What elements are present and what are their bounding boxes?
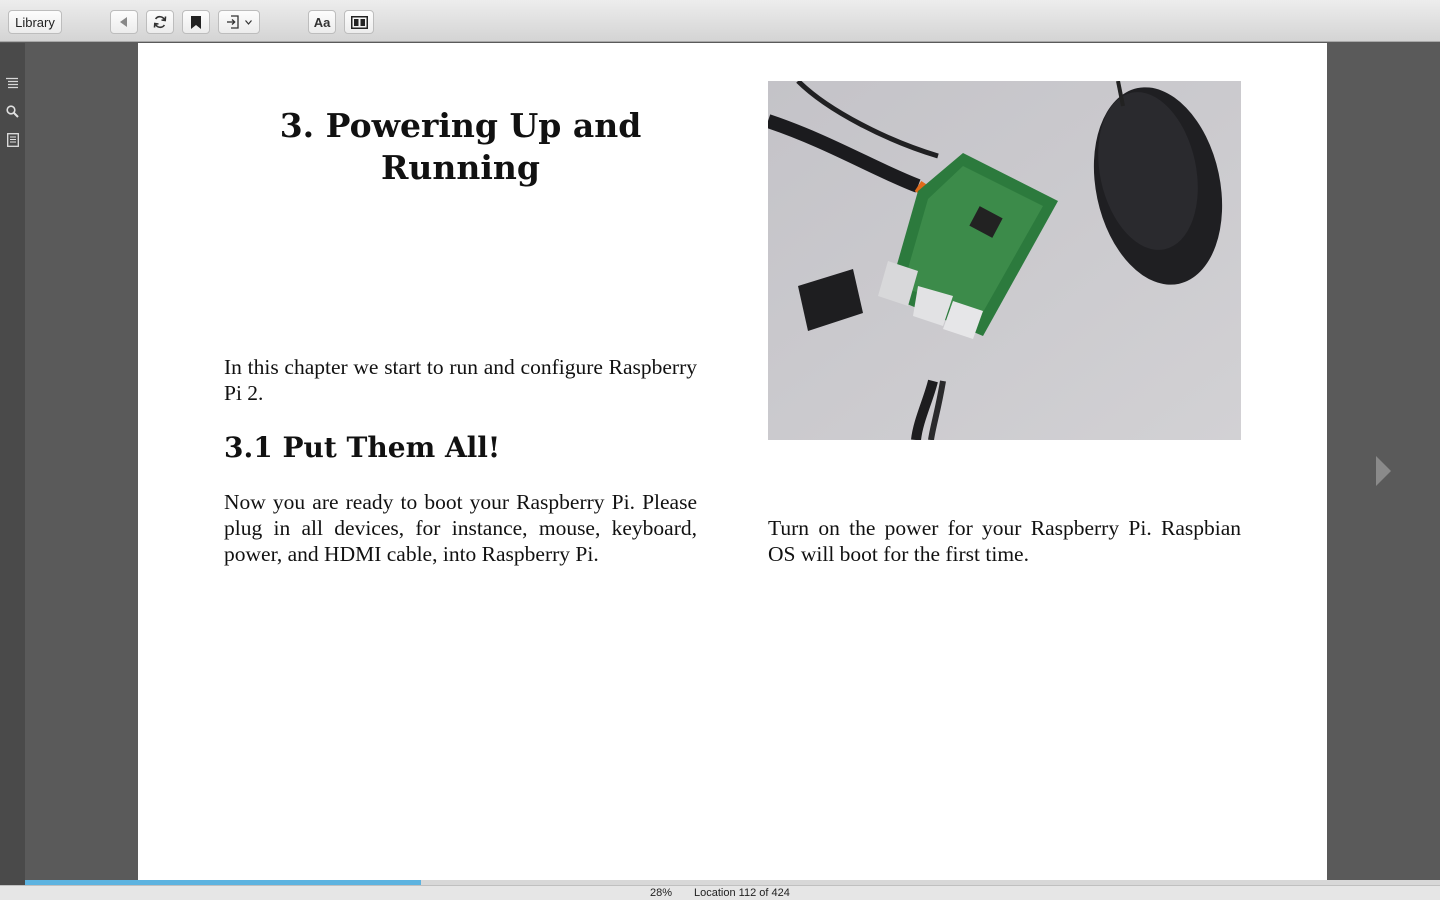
raspberry-pi-photo (768, 81, 1241, 440)
back-arrow-icon (119, 17, 129, 27)
go-to-icon (226, 15, 240, 29)
notes-icon[interactable] (5, 132, 20, 147)
library-button[interactable]: Library (8, 10, 62, 34)
search-icon[interactable] (5, 104, 20, 119)
toolbar: Library Aa (0, 0, 1440, 42)
book-page: 3. Powering Up and Running In this chapt… (138, 43, 1327, 880)
status-bar: 28% Location 112 of 424 (0, 885, 1440, 900)
section-heading: 3.1 Put Them All! (224, 431, 501, 464)
go-to-button[interactable] (218, 10, 260, 34)
section-paragraph: Now you are ready to boot your Raspberry… (224, 490, 697, 566)
bookmark-icon (191, 15, 201, 29)
next-page-icon (1372, 456, 1394, 492)
location-indicator: Location 112 of 424 (694, 887, 790, 899)
sync-button[interactable] (146, 10, 174, 34)
layout-button[interactable] (344, 10, 374, 34)
intro-paragraph: In this chapter we start to run and conf… (224, 355, 697, 405)
two-column-layout-icon (350, 15, 368, 29)
right-paragraph: Turn on the power for your Raspberry Pi.… (768, 516, 1241, 566)
bookmark-button[interactable] (182, 10, 210, 34)
left-sidebar (0, 43, 25, 885)
back-button[interactable] (110, 10, 138, 34)
chevron-down-icon (245, 19, 252, 25)
font-settings-button[interactable]: Aa (308, 10, 336, 34)
sync-icon (153, 15, 167, 29)
next-page-button[interactable] (1372, 454, 1394, 488)
progress-percent: 28% (650, 887, 673, 899)
chapter-title: 3. Powering Up and Running (279, 106, 642, 187)
table-of-contents-icon[interactable] (5, 76, 20, 91)
